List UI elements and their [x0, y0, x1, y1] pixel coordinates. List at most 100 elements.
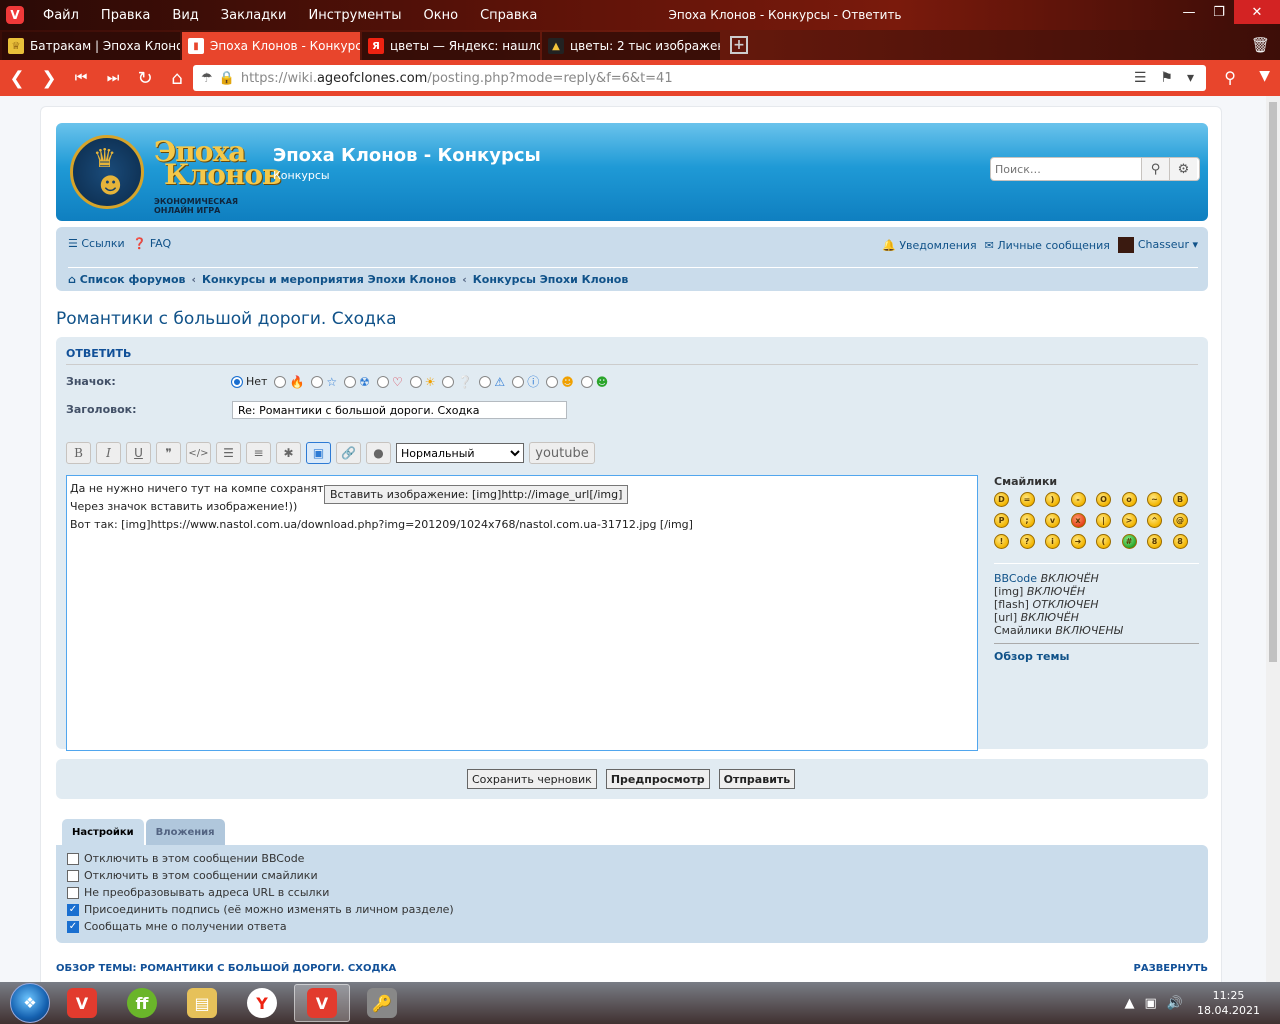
- icon-radio-none[interactable]: [231, 375, 243, 388]
- forward-icon[interactable]: ❯: [34, 68, 64, 89]
- notifications-link[interactable]: 🔔 Уведомления: [882, 239, 977, 252]
- icon-radio-star[interactable]: [311, 375, 324, 388]
- reader-view-icon[interactable]: ☰: [1134, 70, 1147, 86]
- home-icon[interactable]: ⌂: [162, 68, 192, 89]
- smiley-nerd-icon[interactable]: 8: [1147, 534, 1162, 549]
- fast-forward-icon[interactable]: ⏭: [98, 70, 128, 86]
- code-button[interactable]: </>: [186, 442, 211, 464]
- icon-radio-heart[interactable]: [376, 375, 389, 388]
- url-field[interactable]: ☂ 🔒 https://wiki. ageofclones.com/posting…: [193, 65, 1206, 91]
- option-attach-signature[interactable]: ✓ Присоединить подпись (её можно изменять…: [67, 903, 454, 916]
- icon-radio-warning[interactable]: [479, 375, 492, 388]
- tab-images[interactable]: ▲ цветы: 2 тыс изображений: [542, 32, 720, 60]
- save-draft-button[interactable]: Сохранить черновик: [467, 769, 597, 789]
- option-disable-smilies[interactable]: Отключить в этом сообщении смайлики: [67, 869, 318, 882]
- ordered-list-button[interactable]: ≡: [246, 442, 271, 464]
- menu-view[interactable]: Вид: [172, 8, 198, 23]
- icon-radio-lightbulb[interactable]: [409, 375, 422, 388]
- page-scrollbar[interactable]: [1266, 96, 1280, 982]
- link-button[interactable]: 🔗: [336, 442, 361, 464]
- tab-batrakam[interactable]: ♕ Батракам | Эпоха Клонов (: [2, 32, 180, 60]
- taskbar-messenger[interactable]: ff: [114, 984, 170, 1022]
- smiley-neutral-icon[interactable]: |: [1096, 513, 1111, 528]
- search-icon[interactable]: ⚲: [1224, 68, 1236, 87]
- taskbar-explorer[interactable]: ▤: [174, 984, 230, 1022]
- menu-file[interactable]: Файл: [43, 8, 79, 23]
- menu-more-icon[interactable]: ▼: [1259, 68, 1270, 84]
- private-messages-link[interactable]: ✉ Личные сообщения: [985, 239, 1110, 252]
- color-button[interactable]: ●: [366, 442, 391, 464]
- breadcrumb-events[interactable]: Конкурсы и мероприятия Эпохи Клонов: [202, 273, 456, 286]
- option-disable-magic-url[interactable]: Не преобразовывать адреса URL в ссылки: [67, 886, 329, 899]
- image-button[interactable]: ▣: [306, 442, 331, 464]
- taskbar-yandex[interactable]: Y: [234, 984, 290, 1022]
- tab-yandex[interactable]: Я цветы — Яндекс: нашлось: [362, 32, 540, 60]
- checkbox[interactable]: [67, 869, 79, 882]
- start-button[interactable]: ❖: [10, 983, 50, 1023]
- smiley-twisted-icon[interactable]: ^: [1147, 513, 1162, 528]
- smiley-roll-icon[interactable]: @: [1172, 513, 1188, 528]
- close-icon[interactable]: ✕: [1234, 0, 1280, 24]
- smiley-arrow-icon[interactable]: ➜: [1070, 534, 1086, 549]
- list-button[interactable]: ☰: [216, 442, 241, 464]
- maximize-icon[interactable]: ❐: [1204, 0, 1234, 24]
- smiley-shock-icon[interactable]: O: [1096, 492, 1111, 507]
- italic-button[interactable]: I: [96, 442, 121, 464]
- smiley-laugh-icon[interactable]: D: [994, 492, 1009, 507]
- smiley-question-icon[interactable]: ?: [1019, 534, 1035, 549]
- gear-icon[interactable]: ⚙: [1169, 158, 1197, 180]
- subject-input[interactable]: [232, 401, 567, 419]
- youtube-button[interactable]: youtube: [529, 442, 595, 464]
- menu-bookmarks[interactable]: Закладки: [221, 8, 287, 23]
- search-icon[interactable]: ⚲: [1141, 158, 1169, 180]
- smiley-smile-icon[interactable]: ): [1045, 492, 1060, 507]
- search-input[interactable]: [991, 158, 1141, 180]
- topic-review-link[interactable]: Обзор темы: [994, 643, 1199, 663]
- chevron-down-icon[interactable]: ▾: [1187, 70, 1194, 86]
- breadcrumb-forum-index[interactable]: ⌂ Список форумов: [68, 273, 186, 286]
- tab-settings[interactable]: Настройки: [62, 819, 144, 845]
- menu-tools[interactable]: Инструменты: [308, 8, 401, 23]
- faq-link[interactable]: ❓ FAQ: [133, 237, 172, 250]
- taskbar-vivaldi[interactable]: V: [54, 984, 110, 1022]
- tray-expand-icon[interactable]: ▲: [1125, 996, 1135, 1011]
- scrollbar-thumb[interactable]: [1269, 102, 1277, 662]
- network-icon[interactable]: ▣: [1145, 996, 1157, 1011]
- new-tab-icon[interactable]: +: [730, 36, 748, 54]
- quote-button[interactable]: ❞: [156, 442, 181, 464]
- taskbar-vivaldi-active[interactable]: V: [294, 984, 350, 1022]
- bookmark-icon[interactable]: ⚑: [1160, 70, 1173, 86]
- icon-radio-radioactive[interactable]: [344, 375, 357, 388]
- rewind-icon[interactable]: ⏮: [66, 70, 96, 86]
- smiley-sad-icon[interactable]: (: [1096, 534, 1111, 549]
- checkbox-checked[interactable]: ✓: [67, 920, 79, 933]
- list-item-button[interactable]: ✱: [276, 442, 301, 464]
- smiley-cool-icon[interactable]: B: [1172, 492, 1188, 507]
- smiley-wink-icon[interactable]: ;: [1019, 513, 1035, 528]
- font-size-select[interactable]: Нормальный: [396, 443, 524, 463]
- site-title[interactable]: Эпоха Клонов - Конкурсы: [273, 145, 541, 166]
- smiley-evil-icon[interactable]: >: [1121, 513, 1137, 528]
- smiley-sick-icon[interactable]: #: [1121, 534, 1137, 549]
- option-notify-reply[interactable]: ✓ Сообщать мне о получении ответа: [67, 920, 287, 933]
- clock[interactable]: 11:25 18.04.2021: [1197, 988, 1260, 1018]
- preview-button[interactable]: Предпросмотр: [605, 769, 710, 789]
- smiley-tongue-icon[interactable]: P: [994, 513, 1009, 528]
- smiley-grin-icon[interactable]: =: [1019, 492, 1035, 507]
- checkbox[interactable]: [67, 886, 79, 899]
- bbcode-link[interactable]: BBCode: [994, 572, 1037, 585]
- tab-attachments[interactable]: Вложения: [145, 819, 225, 845]
- smiley-happy-icon[interactable]: v: [1045, 513, 1060, 528]
- volume-icon[interactable]: 🔊: [1167, 996, 1183, 1011]
- user-menu[interactable]: Chasseur ▾: [1117, 237, 1198, 253]
- menu-window[interactable]: Окно: [424, 8, 459, 23]
- underline-button[interactable]: U: [126, 442, 151, 464]
- topic-title[interactable]: Романтики с большой дороги. Сходка: [56, 309, 397, 329]
- icon-radio-surprised[interactable]: [546, 375, 559, 388]
- icon-radio-fire[interactable]: [274, 375, 287, 388]
- smiley-eek-icon[interactable]: o: [1121, 492, 1137, 507]
- smiley-mad-icon[interactable]: x: [1070, 513, 1086, 528]
- reload-icon[interactable]: ↻: [130, 68, 160, 89]
- smiley-geek-icon[interactable]: 8: [1172, 534, 1188, 549]
- trash-icon[interactable]: 🗑: [1251, 36, 1270, 54]
